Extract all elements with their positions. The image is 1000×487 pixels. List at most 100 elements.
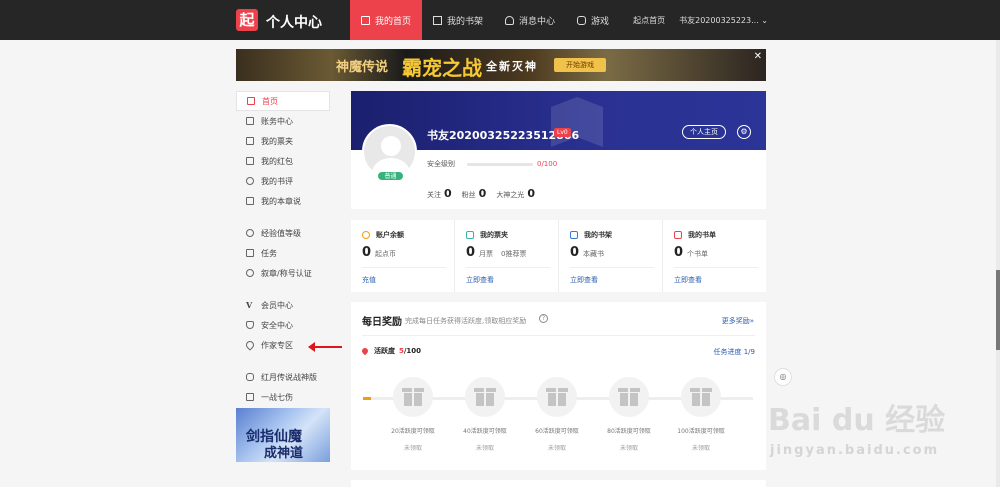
gift-status: 未领取 [403, 445, 422, 452]
sidebar-banner-subtitle: 成神道 [264, 446, 304, 461]
gift-status: 未领取 [691, 445, 710, 452]
qidian-logo-icon[interactable]: 起 [236, 9, 258, 31]
nav-label: 消息中心 [519, 16, 556, 27]
gift-label: 20活跃度可领取 [391, 428, 435, 435]
recharge-link[interactable]: 充值 [362, 275, 376, 285]
top-right-links: 起点首页 书友20200325223... ⌄ [633, 15, 768, 26]
sidebar-item-security[interactable]: 安全中心 [236, 315, 330, 335]
gift-box-icon[interactable] [609, 377, 649, 417]
nav-messages[interactable]: 消息中心 [494, 0, 566, 40]
sidebar-item-writer-zone[interactable]: 作家专区 [236, 335, 330, 355]
level-badge: Lv0 [554, 128, 571, 137]
qidian-home-link[interactable]: 起点首页 [633, 15, 665, 26]
shield-icon [246, 321, 254, 329]
annotation-arrow [308, 342, 342, 352]
gift-box-icon[interactable] [681, 377, 721, 417]
nav-my-home[interactable]: 我的首页 [350, 0, 423, 40]
flame-icon [360, 346, 370, 356]
security-level: 安全级别 0/100 [427, 160, 558, 168]
nav-my-bookshelf[interactable]: 我的书架 [422, 0, 494, 40]
card-bookshelf: 我的书架 0 本藏书 立即查看 [559, 220, 663, 292]
gift-status: 未领取 [619, 445, 638, 452]
sidebar-game-banner[interactable]: 剑指仙魔 成神道 [236, 408, 330, 462]
nav-label: 游戏 [591, 16, 610, 27]
help-icon[interactable]: ? [539, 314, 548, 323]
ticket-icon [246, 137, 254, 145]
ticket-icon [466, 231, 474, 239]
personal-homepage-button[interactable]: 个人主页 [682, 125, 726, 139]
settings-gear-icon[interactable]: ⚙ [737, 125, 751, 139]
sidebar-item-tasks[interactable]: 任务 [236, 243, 330, 263]
task-progress-link[interactable]: 任务进度 1/9 [714, 347, 756, 357]
sidebar-item-vip[interactable]: V 会员中心 [236, 295, 330, 315]
chat-icon [246, 197, 254, 205]
coin-icon [362, 231, 370, 239]
nav-label: 我的首页 [375, 16, 412, 27]
gift-box-icon[interactable] [465, 377, 505, 417]
book-icon [570, 231, 578, 239]
sidebar-item-redpacket[interactable]: 我的红包 [236, 151, 330, 171]
gamepad-icon [246, 373, 254, 381]
member-badge: 普通 [377, 171, 404, 181]
security-bar [467, 162, 533, 166]
sidebar-item-game-2[interactable]: 一战七伤 [236, 387, 330, 407]
profile-card: 普通 书友20200325223512866 Lv0 个人主页 ⚙ 安全级别 0… [351, 91, 766, 209]
home-icon [361, 15, 370, 25]
game-ad-banner[interactable]: 神魔传说 霸宠之战 全新灭神 开始游戏 ✕ [236, 49, 766, 81]
task-icon [246, 249, 254, 257]
scrollbar-thumb[interactable] [996, 270, 1000, 350]
top-navbar: 起 个人中心 我的首页 我的书架 消息中心 游戏 起点首页 书友20200325… [0, 0, 1000, 40]
sidebar-item-chapter-comments[interactable]: 我的本章说 [236, 191, 330, 211]
security-value: 0/100 [537, 160, 558, 168]
nav-games[interactable]: 游戏 [566, 0, 620, 40]
gift-label: 100活跃度可领取 [677, 428, 725, 435]
close-icon[interactable]: ✕ [754, 51, 762, 62]
baidu-watermark: Bai du 经验 [768, 403, 946, 438]
banner-game-name: 神魔传说 [336, 60, 389, 75]
page-scrollbar[interactable] [996, 40, 1000, 487]
gift-label: 60活跃度可领取 [535, 428, 579, 435]
bell-icon [505, 15, 515, 25]
sidebar-item-exp-level[interactable]: 经验值等级 [236, 223, 330, 243]
gift-status: 未领取 [475, 445, 494, 452]
feedback-chat-icon[interactable]: ◎ [774, 368, 792, 386]
sidebar-item-billing[interactable]: 账务中心 [236, 111, 330, 131]
card-booklist: 我的书单 0 个书单 立即查看 [663, 220, 766, 292]
banner-tagline: 全新灭神 [486, 60, 538, 73]
gift-box-icon[interactable] [393, 377, 433, 417]
gift-label: 80活跃度可领取 [607, 428, 651, 435]
user-menu[interactable]: 书友20200325223... ⌄ [679, 15, 768, 26]
sidebar-item-title-cert[interactable]: 叙章/称号认证 [236, 263, 330, 283]
light-stat[interactable]: 大神之光 0 [496, 187, 535, 200]
sidebar-item-game-1[interactable]: 红月传说战神版 [236, 367, 330, 387]
pen-icon [244, 339, 256, 351]
vip-icon: V [246, 300, 253, 310]
sidebar: 首页 账务中心 我的票夹 我的红包 我的书评 我的本章说 经验值等级 任务 叙章… [236, 91, 330, 407]
view-tickets-link[interactable]: 立即查看 [466, 275, 494, 285]
view-booklist-link[interactable]: 立即查看 [674, 275, 702, 285]
account-summary-cards: 账户余额 0 起点币 充值 我的票夹 0 月票 0推荐票 立即查看 我的书架 0 本藏书… [351, 220, 766, 292]
level-icon [246, 229, 254, 237]
view-bookshelf-link[interactable]: 立即查看 [570, 275, 598, 285]
gamepad-icon [577, 15, 587, 25]
daily-rewards-subtitle: 完成每日任务获得活跃度,领取相应奖励 [405, 317, 527, 325]
document-icon [246, 117, 254, 125]
following-stat[interactable]: 关注 0 [427, 187, 452, 200]
sidebar-item-tickets[interactable]: 我的票夹 [236, 131, 330, 151]
sidebar-item-home[interactable]: 首页 [236, 91, 330, 111]
list-icon [674, 231, 682, 239]
baidu-watermark-url: jingyan.baidu.com [770, 443, 940, 458]
activity-progress-fill [363, 397, 371, 400]
next-panel [351, 480, 766, 487]
more-rewards-link[interactable]: 更多奖励» [722, 316, 754, 326]
fans-stat[interactable]: 粉丝 0 [462, 187, 487, 200]
gift-box-icon[interactable] [537, 377, 577, 417]
gift-label: 40活跃度可领取 [463, 428, 507, 435]
sidebar-item-reviews[interactable]: 我的书评 [236, 171, 330, 191]
banner-start-game-button[interactable]: 开始游戏 [554, 58, 606, 72]
redpacket-icon [246, 157, 254, 165]
sword-icon [246, 393, 254, 401]
book-icon [433, 15, 443, 25]
card-tickets: 我的票夹 0 月票 0推荐票 立即查看 [455, 220, 559, 292]
nav-label: 我的书架 [447, 16, 484, 27]
